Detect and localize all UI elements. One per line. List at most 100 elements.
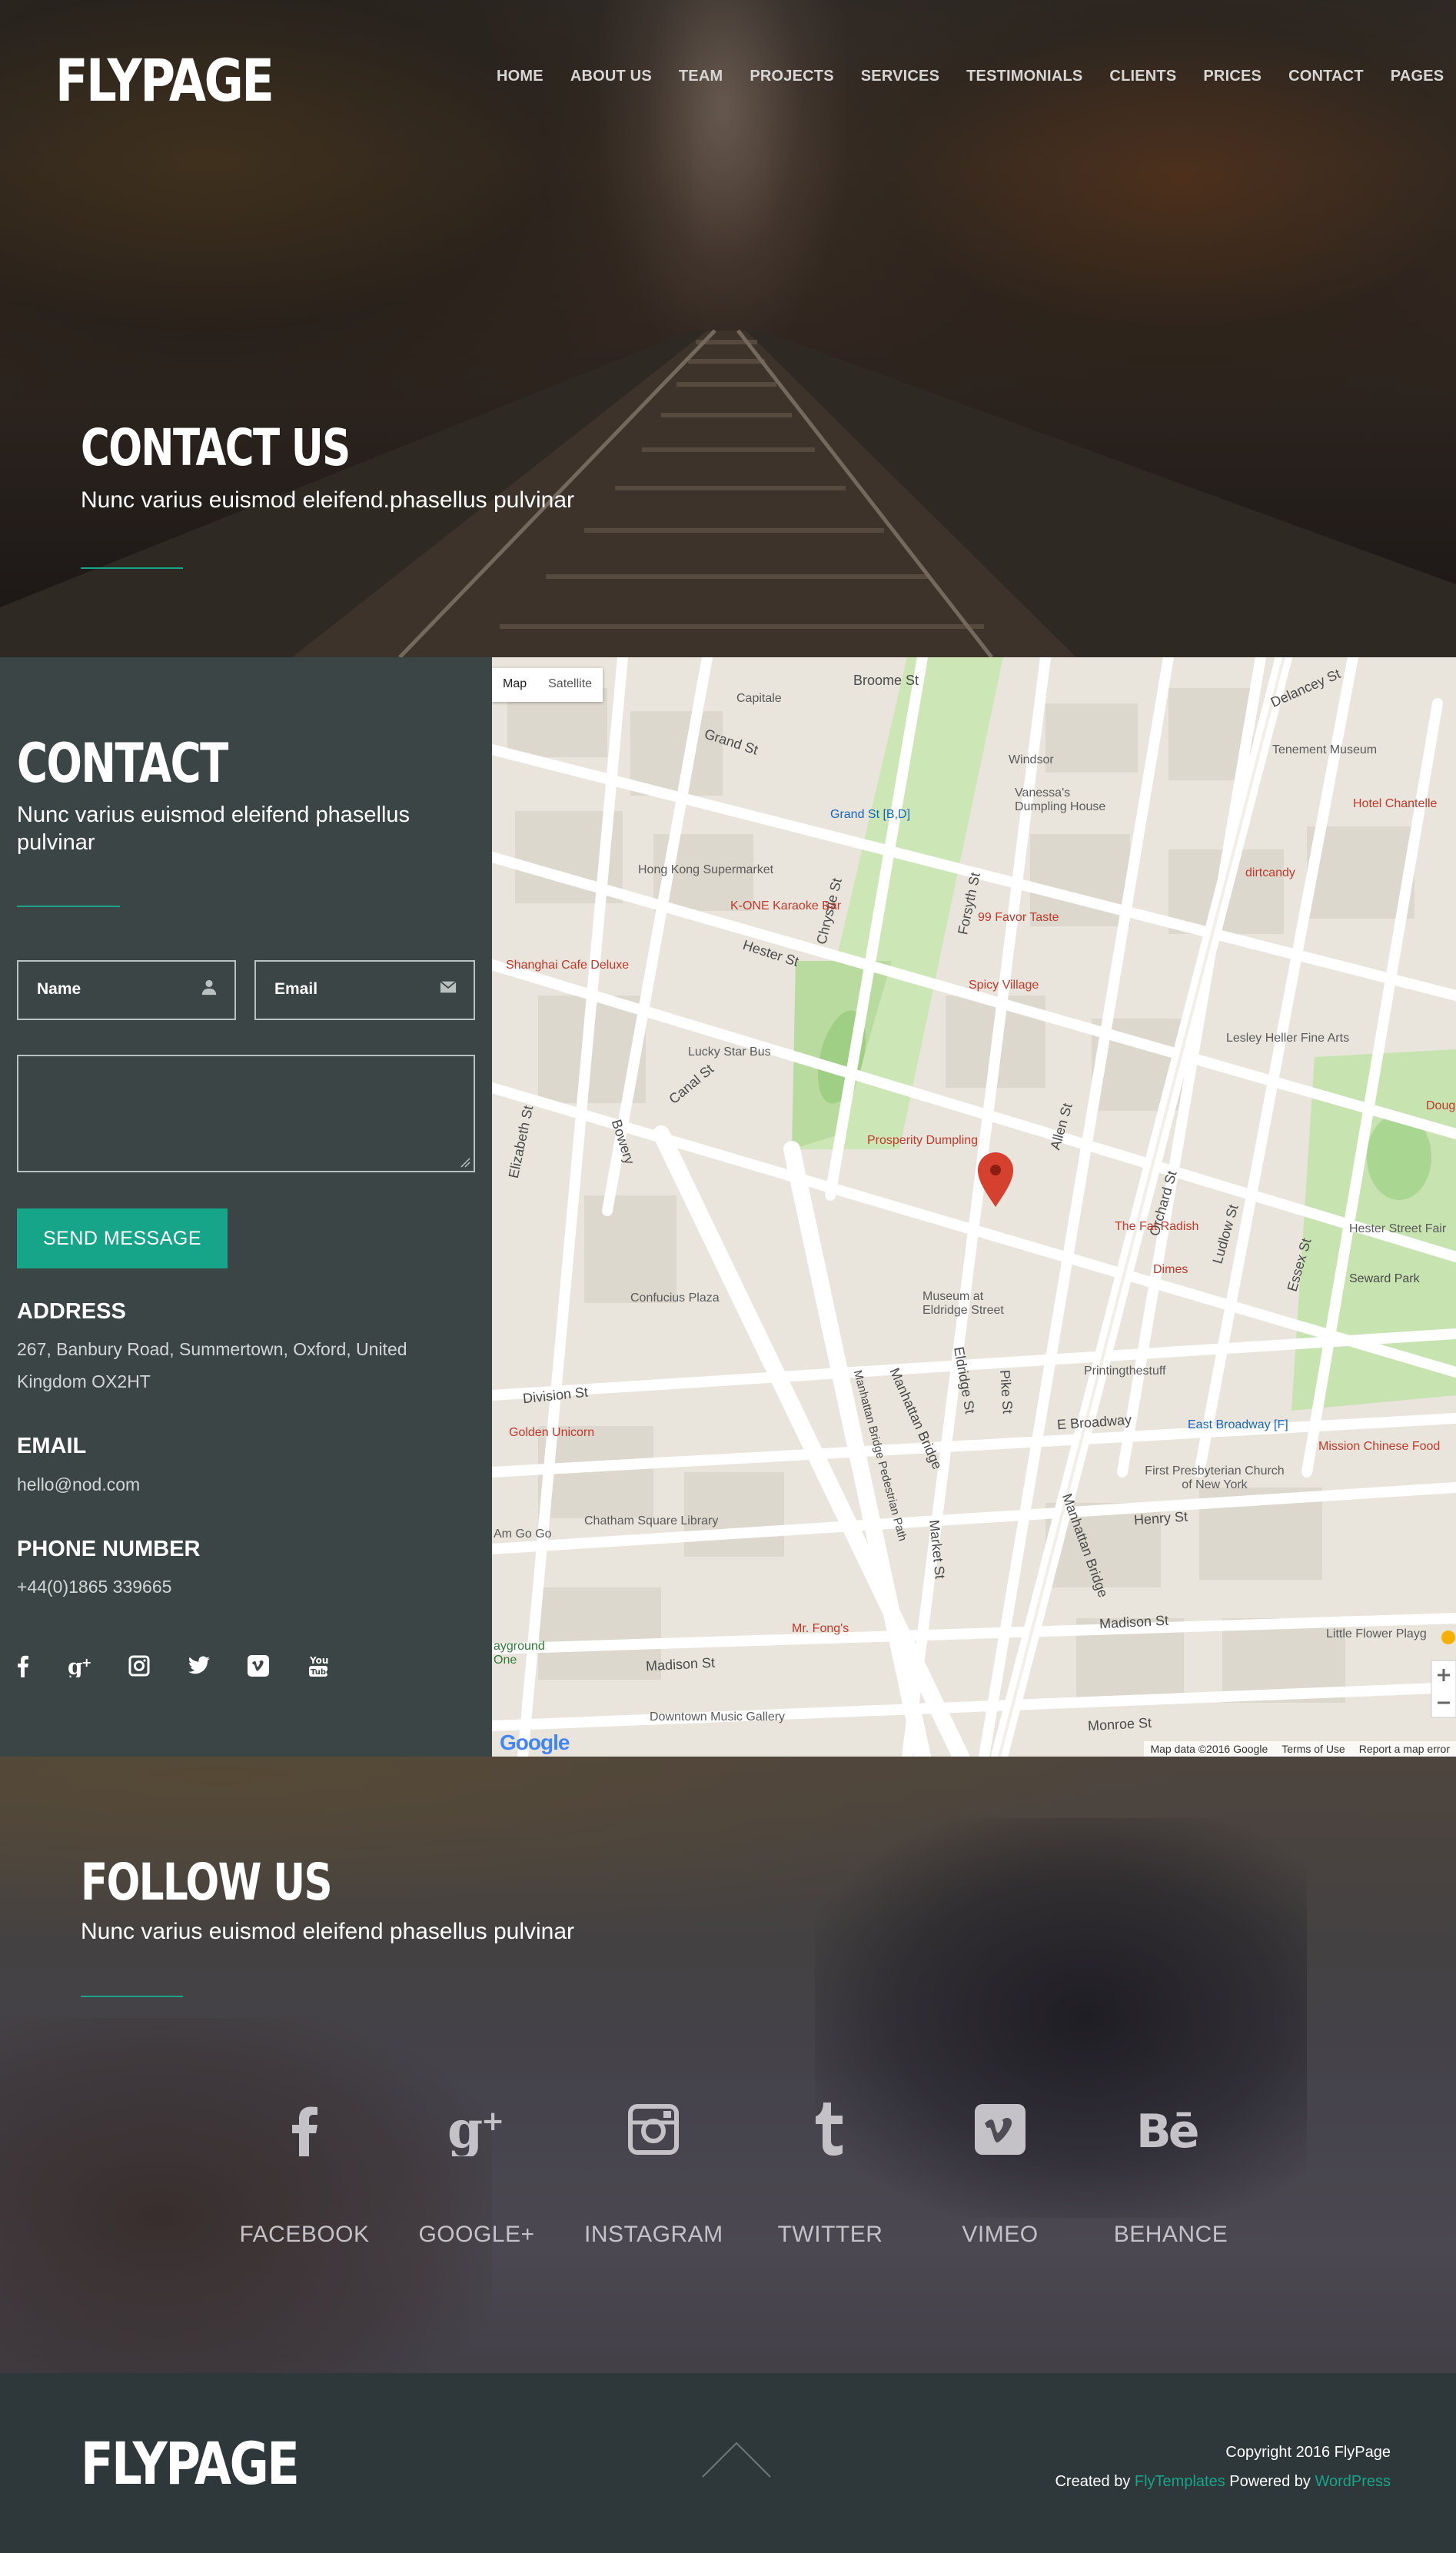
name-field[interactable]: Name	[17, 960, 236, 1020]
map-poi-label: Mr. Fong's	[792, 1622, 849, 1635]
social-label: FACEBOOK	[239, 2222, 370, 2247]
nav-item-testimonials[interactable]: TESTIMONIALS	[966, 68, 1082, 85]
creator-link[interactable]: FlyTemplates	[1135, 2473, 1225, 2490]
hero-title: CONTACT US	[81, 418, 351, 477]
map-poi-label: Chatham Square Library	[584, 1514, 719, 1527]
map-poi-label: Windsor	[1009, 753, 1054, 766]
vimeo-icon	[975, 2104, 1026, 2155]
nav-item-about-us[interactable]: ABOUT US	[570, 68, 652, 85]
social-link-twitter[interactable]: TWITTER	[761, 2103, 899, 2247]
name-field-placeholder: Name	[37, 980, 81, 998]
map-data-credit: Map data ©2016 Google	[1150, 1743, 1268, 1755]
map-type-map-button[interactable]: Map	[492, 668, 537, 702]
social-link-vimeo[interactable]: VIMEO	[931, 2103, 1069, 2247]
twitter-icon[interactable]	[188, 1654, 211, 1677]
map-poi-label: Grand St [B,D]	[830, 808, 911, 821]
map-poi-label: dirtcandy	[1245, 866, 1295, 879]
map-poi-label: ayground One	[494, 1640, 545, 1667]
platform-link[interactable]: WordPress	[1315, 2473, 1391, 2490]
resize-handle-icon[interactable]	[460, 1157, 470, 1168]
svg-text:g: g	[68, 1654, 83, 1677]
map-poi-label: Hong Kong Supermarket	[638, 863, 774, 876]
email-label: EMAIL	[17, 1434, 87, 1458]
nav-item-projects[interactable]: PROJECTS	[750, 68, 833, 85]
google-plus-icon[interactable]: g +	[68, 1654, 92, 1677]
map-type-toggle: Map Satellite	[492, 668, 603, 702]
map-poi-label: East Broadway [F]	[1188, 1418, 1288, 1431]
main-nav: HOME ABOUT US TEAM PROJECTS SERVICES TES…	[497, 68, 1444, 85]
location-map[interactable]: Map Satellite Broome St Grand St Hester …	[492, 657, 1456, 1757]
behance-icon: Bē	[1136, 2105, 1201, 2156]
contact-title: CONTACT	[17, 732, 228, 795]
map-poi-label: Printingthestuff	[1084, 1365, 1166, 1378]
map-poi-label: Golden Unicorn	[509, 1426, 595, 1439]
nav-item-home[interactable]: HOME	[497, 68, 544, 85]
map-street-label: Pike St	[997, 1369, 1016, 1414]
site-logo[interactable]: FLYPAGE	[55, 46, 274, 115]
copyright-text: Copyright 2016 FlyPage	[1225, 2444, 1391, 2461]
message-field[interactable]	[17, 1055, 475, 1172]
nav-item-clients[interactable]: CLIENTS	[1109, 68, 1176, 85]
contact-subtitle: Nunc varius euismod eleifend phasellus p…	[17, 803, 411, 855]
map-street-label: Seward Park	[1349, 1272, 1420, 1285]
map-canvas[interactable]	[492, 657, 1456, 1757]
phone-label: PHONE NUMBER	[17, 1537, 201, 1561]
youtube-icon[interactable]: You Tube	[308, 1654, 328, 1677]
follow-subtitle: Nunc varius euismod eleifend phasellus p…	[81, 1919, 575, 1944]
footer-logo[interactable]: FLYPAGE	[81, 2429, 300, 2498]
social-link-google-plus[interactable]: g + GOOGLE+	[407, 2103, 546, 2247]
email-field[interactable]: Email	[254, 960, 475, 1020]
map-street-label: Broome St	[853, 673, 919, 688]
footer-credits: Copyright 2016 FlyPage Created by FlyTem…	[1055, 2438, 1391, 2496]
map-poi-label: Shanghai Cafe Deluxe	[506, 959, 630, 972]
nav-item-team[interactable]: TEAM	[679, 68, 723, 85]
google-plus-icon: g +	[447, 2103, 504, 2156]
tumblr-icon	[816, 2103, 843, 2156]
map-poi-label: Hotel Chantelle	[1353, 797, 1438, 810]
map-poi-label: Downtown Music Gallery	[650, 1710, 786, 1724]
facebook-icon[interactable]	[17, 1654, 29, 1677]
facebook-icon	[292, 2106, 317, 2156]
created-by-text: Created by	[1055, 2473, 1131, 2490]
map-terms-link[interactable]: Terms of Use	[1281, 1743, 1345, 1755]
email-text[interactable]: hello@nod.com	[17, 1468, 140, 1501]
map-poi-label: Am Go Go	[494, 1527, 552, 1541]
nav-item-pages[interactable]: PAGES	[1391, 68, 1444, 85]
vimeo-icon[interactable]	[248, 1654, 269, 1677]
address-label: ADDRESS	[17, 1299, 126, 1324]
social-link-instagram[interactable]: INSTAGRAM	[584, 2103, 723, 2247]
footer-created-line: Created by FlyTemplates Powered by WordP…	[1055, 2467, 1391, 2496]
map-poi-label: Doughnut Pl	[1426, 1099, 1456, 1112]
instagram-icon[interactable]	[128, 1654, 150, 1677]
map-attribution: Map data ©2016 Google Terms of Use Repor…	[1144, 1741, 1456, 1757]
map-report-link[interactable]: Report a map error	[1359, 1743, 1450, 1755]
nav-item-contact[interactable]: CONTACT	[1288, 68, 1364, 85]
send-message-button[interactable]: SEND MESSAGE	[17, 1208, 228, 1268]
social-link-facebook[interactable]: FACEBOOK	[235, 2103, 374, 2247]
envelope-icon	[440, 980, 457, 993]
map-poi-label: Prosperity Dumpling	[867, 1134, 979, 1147]
svg-text:+: +	[81, 1655, 91, 1670]
nav-item-services[interactable]: SERVICES	[861, 68, 939, 85]
instagram-icon	[628, 2104, 679, 2155]
follow-title: FOLLOW US	[81, 1853, 333, 1912]
map-poi-label: Confucius Plaza	[630, 1291, 720, 1305]
map-poi-label: Museum at Eldridge Street	[922, 1290, 1004, 1317]
social-label: TWITTER	[777, 2222, 883, 2247]
social-link-behance[interactable]: Bē BEHANCE	[1102, 2103, 1240, 2247]
social-label: GOOGLE+	[418, 2222, 535, 2247]
scroll-to-top-chevron-up-icon[interactable]	[701, 2441, 772, 2479]
svg-text:Bē: Bē	[1136, 2105, 1198, 2156]
map-poi-label: Hester Street Fair	[1349, 1222, 1447, 1235]
svg-text:You: You	[309, 1655, 328, 1666]
address-text: 267, Banbury Road, Summertown, Oxford, U…	[17, 1339, 407, 1391]
contact-accent-line	[17, 906, 120, 907]
email-field-placeholder: Email	[274, 980, 318, 998]
google-logo: Google	[500, 1730, 570, 1754]
map-type-satellite-button[interactable]: Satellite	[537, 668, 603, 702]
svg-text:Tube: Tube	[311, 1668, 328, 1677]
follow-section	[0, 1757, 1456, 2373]
nav-item-prices[interactable]: PRICES	[1203, 68, 1262, 85]
map-poi-label: Spicy Village	[969, 979, 1039, 992]
follow-accent-line	[81, 1996, 183, 1997]
